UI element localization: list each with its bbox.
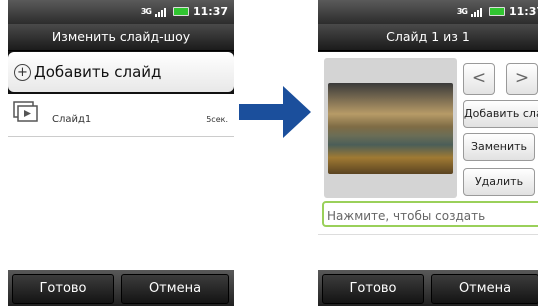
add-slide-button[interactable]: Добавить слайд [463, 100, 538, 128]
cancel-button[interactable]: Отмена [431, 274, 538, 304]
screen-title: Слайд 1 из 1 [318, 24, 538, 51]
replace-button[interactable]: Заменить [463, 133, 535, 161]
done-button[interactable]: Готово [322, 274, 424, 304]
right-arrow-icon [239, 86, 311, 138]
signal-icon [154, 7, 169, 17]
done-button[interactable]: Готово [12, 274, 114, 304]
battery-icon [488, 7, 505, 16]
network-3g-icon: 3G [456, 7, 468, 16]
slide-name: Слайд1 [52, 114, 92, 125]
slide-preview[interactable] [324, 58, 457, 198]
status-bar: 3G 11:37 [318, 0, 538, 24]
slide-list: Слайд1 5сек. [8, 94, 234, 270]
slideshow-edit-screen: 3G 11:37 Изменить слайд-шоу + Добавить с… [8, 0, 234, 306]
status-time: 11:37 [508, 5, 538, 18]
divider [318, 234, 538, 235]
slideshow-icon [13, 101, 38, 122]
bottom-bar: Готово Отмена [318, 270, 538, 306]
next-slide-button[interactable]: > [506, 63, 538, 95]
slide-editor: < > Добавить слайд Заменить Удалить Нажм… [318, 52, 538, 270]
slide-edit-screen: 3G 11:37 Слайд 1 из 1 < > Добавить слайд… [318, 0, 538, 306]
network-3g-icon: 3G [140, 7, 152, 16]
status-bar: 3G 11:37 [8, 0, 234, 24]
delete-button[interactable]: Удалить [463, 168, 535, 196]
add-slide-label: Добавить слайд [34, 63, 162, 81]
screen-title: Изменить слайд-шоу [8, 24, 234, 51]
signal-icon [470, 7, 485, 17]
cancel-button[interactable]: Отмена [121, 274, 229, 304]
add-slide-row[interactable]: + Добавить слайд [8, 52, 234, 92]
battery-icon [172, 7, 189, 16]
slide-duration: 5сек. [206, 115, 228, 124]
list-item[interactable]: Слайд1 5сек. [8, 94, 234, 137]
plus-circle-icon: + [14, 64, 31, 81]
bottom-bar: Готово Отмена [8, 270, 234, 306]
prev-slide-button[interactable]: < [463, 63, 495, 95]
caption-input[interactable]: Нажмите, чтобы создать [322, 201, 538, 227]
slide-photo [328, 83, 453, 174]
status-time: 11:37 [192, 5, 228, 18]
